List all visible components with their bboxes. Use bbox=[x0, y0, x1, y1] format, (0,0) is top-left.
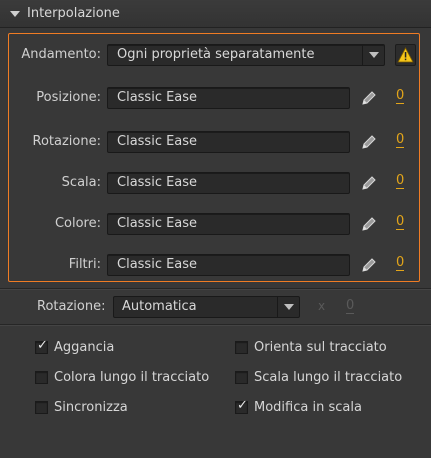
rotation-value: Automatica bbox=[122, 299, 197, 314]
property-label: Filtri: bbox=[68, 257, 101, 272]
section-header[interactable]: Interpolazione bbox=[0, 0, 431, 28]
ease-field[interactable]: Classic Ease bbox=[107, 131, 350, 153]
rotation-count-link[interactable]: 0 bbox=[346, 299, 355, 314]
checkbox-box[interactable] bbox=[235, 341, 248, 354]
divider bbox=[0, 289, 431, 290]
ease-value-link[interactable]: 0 bbox=[396, 133, 405, 148]
andamento-label: Andamento: bbox=[21, 47, 101, 62]
checkbox-box[interactable]: ✓ bbox=[235, 398, 248, 414]
checkbox-label: Modifica in scala bbox=[254, 400, 362, 415]
checkbox-box[interactable] bbox=[235, 371, 248, 384]
divider bbox=[0, 325, 431, 326]
andamento-dropdown[interactable]: Ogni proprietà separatamente bbox=[107, 44, 385, 66]
ease-value-link[interactable]: 0 bbox=[396, 256, 405, 271]
rotation-row: Rotazione: Automatica x 0 bbox=[0, 296, 431, 318]
collapse-triangle-icon[interactable] bbox=[10, 11, 20, 17]
property-label: Colore: bbox=[54, 216, 101, 231]
checkbox-label: Orienta sul tracciato bbox=[254, 340, 387, 355]
warning-icon bbox=[397, 47, 414, 63]
checkbox-box[interactable] bbox=[35, 371, 48, 384]
pencil-icon[interactable] bbox=[360, 89, 378, 107]
chevron-down-icon[interactable] bbox=[362, 45, 384, 65]
property-label: Posizione: bbox=[36, 90, 101, 105]
property-row-filtri: Filtri: Classic Ease 0 bbox=[0, 254, 431, 276]
ease-field[interactable]: Classic Ease bbox=[107, 254, 350, 276]
checkbox-box[interactable]: ✓ bbox=[35, 338, 48, 354]
property-row-rotazione: Rotazione: Classic Ease 0 bbox=[0, 131, 431, 153]
ease-field[interactable]: Classic Ease bbox=[107, 172, 350, 194]
warning-button[interactable] bbox=[395, 44, 416, 66]
pencil-icon[interactable] bbox=[360, 256, 378, 274]
property-row-colore: Colore: Classic Ease 0 bbox=[0, 213, 431, 235]
pencil-icon[interactable] bbox=[360, 215, 378, 233]
interpolation-group bbox=[8, 33, 420, 282]
checkbox-label: Aggancia bbox=[54, 340, 115, 355]
pencil-icon[interactable] bbox=[360, 133, 378, 151]
rotation-label: Rotazione: bbox=[37, 299, 106, 314]
checkbox-box[interactable] bbox=[35, 401, 48, 414]
checkbox-label: Scala lungo il tracciato bbox=[254, 370, 403, 385]
checkbox-label: Sincronizza bbox=[54, 400, 128, 415]
property-row-scala: Scala: Classic Ease 0 bbox=[0, 172, 431, 194]
ease-value-link[interactable]: 0 bbox=[396, 174, 405, 189]
andamento-value: Ogni proprietà separatamente bbox=[117, 47, 315, 62]
check-icon: ✓ bbox=[237, 398, 248, 413]
ease-field[interactable]: Classic Ease bbox=[107, 87, 350, 109]
chevron-down-icon[interactable] bbox=[277, 297, 299, 317]
checkbox-label: Colora lungo il tracciato bbox=[54, 370, 210, 385]
property-row-posizione: Posizione: Classic Ease 0 bbox=[0, 87, 431, 109]
pencil-icon[interactable] bbox=[360, 174, 378, 192]
ease-value-link[interactable]: 0 bbox=[396, 89, 405, 104]
section-title: Interpolazione bbox=[27, 6, 120, 21]
property-label: Scala: bbox=[61, 175, 101, 190]
andamento-row: Andamento: Ogni proprietà separatamente bbox=[0, 44, 431, 66]
property-label: Rotazione: bbox=[32, 134, 101, 149]
check-icon: ✓ bbox=[37, 338, 48, 353]
times-symbol: x bbox=[318, 299, 326, 313]
ease-field[interactable]: Classic Ease bbox=[107, 213, 350, 235]
rotation-dropdown[interactable]: Automatica bbox=[113, 296, 300, 318]
ease-value-link[interactable]: 0 bbox=[396, 215, 405, 230]
